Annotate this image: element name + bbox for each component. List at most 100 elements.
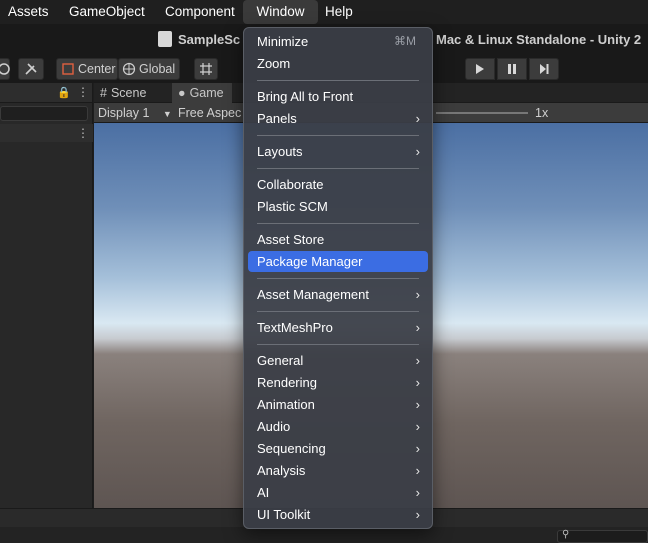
menu-item-ui-toolkit[interactable]: UI Toolkit › xyxy=(248,504,428,525)
menu-item-label: UI Toolkit xyxy=(257,507,311,522)
menu-item-label: Package Manager xyxy=(257,254,363,269)
menu-item-asset-management[interactable]: Asset Management › xyxy=(248,284,428,305)
menu-item-bring-all-to-front[interactable]: Bring All to Front xyxy=(248,86,428,107)
menu-item-label: AI xyxy=(257,485,270,500)
globe-icon xyxy=(122,62,136,76)
pause-button[interactable] xyxy=(497,58,527,80)
menu-item-label: Collaborate xyxy=(257,177,324,192)
menu-item-rendering[interactable]: Rendering › xyxy=(248,372,428,393)
menu-item-sequencing[interactable]: Sequencing › xyxy=(248,438,428,459)
menu-assets[interactable]: Assets xyxy=(0,0,57,24)
menu-window[interactable]: Window xyxy=(243,0,318,24)
window-menu-dropdown: Minimize ⌘M Zoom Bring All to Front Pane… xyxy=(243,27,433,529)
tools-button[interactable] xyxy=(18,58,44,80)
chevron-right-icon: › xyxy=(415,320,420,335)
chevron-right-icon: › xyxy=(415,419,420,434)
menu-item-label: Zoom xyxy=(257,56,291,71)
chevron-right-icon: › xyxy=(415,375,420,390)
gamepad-icon: ● xyxy=(178,86,186,100)
menu-item-analysis[interactable]: Analysis › xyxy=(248,460,428,481)
tab-game-label: Game xyxy=(189,86,224,100)
menu-item-panels[interactable]: Panels › xyxy=(248,108,428,129)
lock-icon[interactable]: 🔒 xyxy=(57,86,71,99)
unity-editor-window: Assets GameObject Component Window Help … xyxy=(0,0,648,543)
hierarchy-row[interactable]: ⋮ xyxy=(0,124,93,142)
menu-item-label: Asset Store xyxy=(257,232,325,247)
hierarchy-panel: 🔒 ⋮ ⋮ xyxy=(0,83,93,508)
menu-item-collaborate[interactable]: Collaborate xyxy=(248,174,428,195)
hierarchy-header: 🔒 ⋮ xyxy=(0,83,92,103)
step-button[interactable] xyxy=(529,58,559,80)
chevron-right-icon: › xyxy=(415,463,420,478)
menu-item-audio[interactable]: Audio › xyxy=(248,416,428,437)
menu-item-label: TextMeshPro xyxy=(257,320,333,335)
chevron-right-icon: › xyxy=(415,485,420,500)
chevron-right-icon: › xyxy=(415,287,420,302)
display-label: Display 1 xyxy=(98,106,150,120)
tab-game[interactable]: ● Game xyxy=(172,83,232,103)
hash-icon: # xyxy=(100,86,107,100)
menu-item-asset-store[interactable]: Asset Store xyxy=(248,229,428,250)
chevron-right-icon: › xyxy=(415,144,420,159)
pivot-center-button[interactable]: Center xyxy=(56,58,118,80)
menu-item-layouts[interactable]: Layouts › xyxy=(248,141,428,162)
menu-item-package-manager[interactable]: Package Manager xyxy=(248,251,428,272)
rotate-icon xyxy=(0,63,10,75)
menu-gameobject[interactable]: GameObject xyxy=(61,0,153,24)
menu-separator xyxy=(257,168,419,169)
menu-help[interactable]: Help xyxy=(317,0,361,24)
menu-item-label: Sequencing xyxy=(257,441,326,456)
menu-item-label: Rendering xyxy=(257,375,317,390)
pivot-global-button[interactable]: Global xyxy=(118,58,180,80)
menu-component[interactable]: Component xyxy=(157,0,243,24)
tab-scene-label: Scene xyxy=(110,86,147,100)
grid-snap-button[interactable] xyxy=(194,58,218,80)
menu-separator xyxy=(257,223,419,224)
scale-slider[interactable] xyxy=(436,112,528,114)
menu-item-label: Layouts xyxy=(257,144,303,159)
shortcut-label: ⌘M xyxy=(394,34,416,48)
menu-item-ai[interactable]: AI › xyxy=(248,482,428,503)
step-icon xyxy=(540,64,549,74)
menu-item-plastic-scm[interactable]: Plastic SCM xyxy=(248,196,428,217)
chevron-right-icon: › xyxy=(415,507,420,522)
menu-separator xyxy=(257,278,419,279)
menu-item-general[interactable]: General › xyxy=(248,350,428,371)
center-label: Center xyxy=(78,62,116,76)
menu-item-zoom[interactable]: Zoom xyxy=(248,53,428,74)
scale-label: 1x xyxy=(535,106,549,120)
bottom-panel-bar: ⚲ xyxy=(0,527,648,543)
menu-item-label: General xyxy=(257,353,304,368)
menu-item-minimize[interactable]: Minimize ⌘M xyxy=(248,31,428,52)
menu-item-label: Plastic SCM xyxy=(257,199,328,214)
menu-separator xyxy=(257,344,419,345)
menu-item-textmeshpro[interactable]: TextMeshPro › xyxy=(248,317,428,338)
pause-icon xyxy=(508,64,516,74)
menu-item-label: Audio xyxy=(257,419,291,434)
menu-separator xyxy=(257,311,419,312)
row-options-icon[interactable]: ⋮ xyxy=(77,126,89,140)
menu-item-label: Analysis xyxy=(257,463,306,478)
menu-item-label: Minimize xyxy=(257,34,309,49)
menu-item-label: Bring All to Front xyxy=(257,89,354,104)
menu-separator xyxy=(257,80,419,81)
chevron-right-icon: › xyxy=(415,353,420,368)
hierarchy-search-input[interactable] xyxy=(0,106,88,121)
menu-item-animation[interactable]: Animation › xyxy=(248,394,428,415)
scene-document-icon xyxy=(158,31,172,47)
bottom-search-input[interactable]: ⚲ xyxy=(557,529,648,543)
menu-item-label: Animation xyxy=(257,397,315,412)
tab-scene[interactable]: # Scene xyxy=(94,83,154,103)
menu-item-label: Panels xyxy=(257,111,297,126)
macos-menu-bar: Assets GameObject Component Window Help xyxy=(0,0,648,24)
aspect-dropdown[interactable]: Free Aspec xyxy=(178,103,241,123)
global-label: Global xyxy=(139,62,176,76)
display-dropdown[interactable]: Display 1 ▼ xyxy=(98,103,172,123)
chevron-right-icon: › xyxy=(415,111,420,126)
center-pivot-icon xyxy=(62,63,74,75)
play-button[interactable] xyxy=(465,58,495,80)
more-options-icon[interactable]: ⋮ xyxy=(77,85,89,99)
chevron-right-icon: › xyxy=(415,397,420,412)
title-platform: Mac & Linux Standalone - Unity 2 xyxy=(436,32,642,47)
transform-tool-button[interactable] xyxy=(0,58,10,80)
